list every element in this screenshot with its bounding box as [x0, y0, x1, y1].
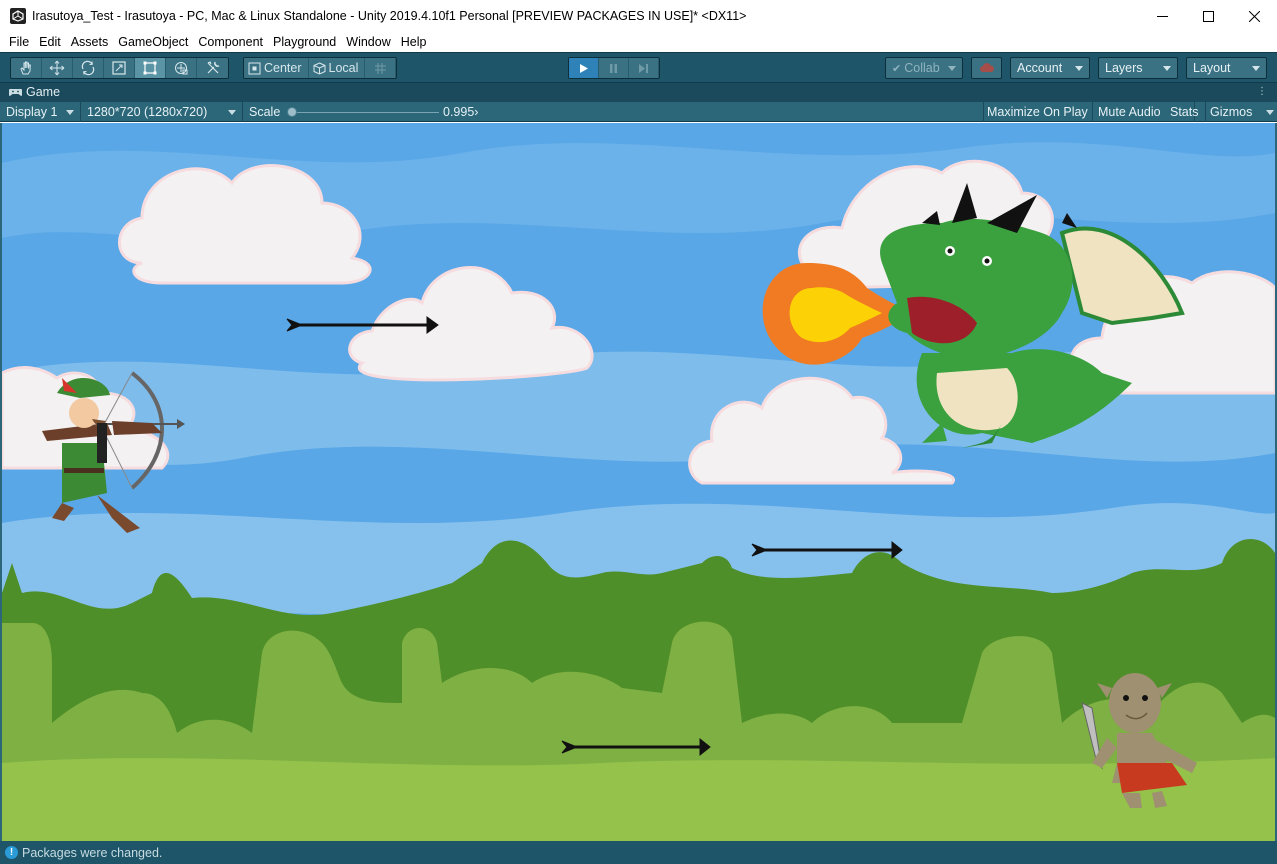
layout-dropdown[interactable]: Layout [1186, 57, 1267, 79]
step-button[interactable] [629, 58, 659, 78]
hand-icon [20, 61, 31, 75]
menu-bar: File Edit Assets GameObject Component Pl… [0, 32, 1277, 52]
menu-assets[interactable]: Assets [66, 35, 114, 49]
maximize-icon [1202, 10, 1214, 22]
transform-tool-button[interactable] [166, 58, 197, 78]
menu-window[interactable]: Window [341, 35, 395, 49]
ground [2, 758, 1275, 841]
menu-edit[interactable]: Edit [34, 35, 66, 49]
scale-tool-button[interactable] [104, 58, 135, 78]
menu-file[interactable]: File [4, 35, 34, 49]
chevron-down-icon [948, 66, 956, 71]
gizmos-dropdown[interactable]: Gizmos [1206, 102, 1277, 122]
status-bar: ! Packages were changed. [0, 841, 1277, 864]
rotate-icon [81, 60, 95, 76]
collab-label: Collab [904, 61, 940, 75]
unity-logo-icon [10, 8, 26, 24]
close-icon [1248, 10, 1260, 22]
custom-tool-button[interactable] [197, 58, 228, 78]
pivot-mode-button[interactable]: Center [244, 58, 309, 78]
minimize-button[interactable] [1139, 0, 1185, 32]
pivot-center-icon [248, 62, 261, 74]
chevron-down-icon [1075, 66, 1083, 71]
play-button[interactable] [569, 58, 599, 78]
pivot-space-label: Local [328, 61, 359, 75]
gamepad-icon [9, 88, 22, 96]
layers-label: Layers [1105, 61, 1143, 75]
game-view-toolbar: Display 1 1280*720 (1280x720) Scale 0.99… [0, 101, 1277, 122]
maximize-on-play-toggle[interactable]: Maximize On Play [983, 102, 1093, 122]
game-view[interactable] [2, 123, 1275, 841]
chevron-down-icon [1163, 66, 1171, 71]
account-dropdown[interactable]: Account [1010, 57, 1090, 79]
play-controls [568, 57, 660, 79]
tab-game-label: Game [26, 85, 61, 99]
rotate-tool-button[interactable] [73, 58, 104, 78]
check-icon: ✔ [892, 62, 902, 75]
menu-gameobject[interactable]: GameObject [113, 35, 193, 49]
display-label: Display 1 [6, 105, 58, 119]
stats-label: Stats [1170, 105, 1199, 119]
custom-tool-icon [207, 61, 219, 74]
transform-icon [175, 62, 188, 75]
pivot-mode-label: Center [264, 61, 302, 75]
menu-playground[interactable]: Playground [268, 35, 341, 49]
close-button[interactable] [1231, 0, 1277, 32]
resolution-label: 1280*720 (1280x720) [87, 105, 208, 119]
collab-dropdown[interactable]: ✔ Collab [885, 57, 963, 79]
snap-button[interactable] [365, 58, 397, 78]
hand-tool-button[interactable] [11, 58, 42, 78]
tab-game[interactable]: Game [0, 83, 68, 102]
title-bar: Irasutoya_Test - Irasutoya - PC, Mac & L… [0, 0, 1277, 32]
step-icon [639, 63, 648, 73]
game-tab-bar: Game ⋮ [0, 82, 1277, 101]
rect-tool-button[interactable] [135, 58, 166, 78]
layers-dropdown[interactable]: Layers [1098, 57, 1178, 79]
grid-snap-icon [374, 62, 386, 74]
game-scene [2, 123, 1275, 841]
scale-slider-track[interactable] [291, 112, 439, 113]
menu-component[interactable]: Component [193, 35, 268, 49]
local-space-icon [313, 61, 326, 75]
transform-tools [10, 57, 229, 79]
play-icon [580, 63, 588, 73]
gizmos-label: Gizmos [1210, 105, 1253, 119]
status-message[interactable]: Packages were changed. [22, 846, 162, 860]
pivot-space-button[interactable]: Local [308, 58, 366, 78]
chevron-down-icon [1252, 66, 1260, 71]
scale-slider-thumb[interactable] [287, 107, 297, 117]
move-tool-button[interactable] [42, 58, 73, 78]
pause-icon [610, 63, 617, 73]
chevron-down-icon [228, 110, 236, 115]
menu-help[interactable]: Help [396, 35, 432, 49]
scale-label: Scale [249, 105, 281, 119]
cloud-button[interactable] [971, 57, 1002, 79]
maximize-on-play-label: Maximize On Play [987, 105, 1088, 119]
info-icon: ! [5, 846, 18, 859]
main-toolbar: Center Local ✔ Collab Account Layers Lay… [0, 52, 1277, 82]
chevron-down-icon [1266, 110, 1274, 115]
layout-label: Layout [1193, 61, 1231, 75]
rect-icon [143, 61, 157, 75]
tab-menu-icon[interactable]: ⋮ [1257, 87, 1267, 97]
move-icon [49, 60, 65, 76]
scale-value-text: 0.995› [443, 105, 479, 119]
pause-button[interactable] [599, 58, 629, 78]
account-label: Account [1017, 61, 1063, 75]
maximize-button[interactable] [1185, 0, 1231, 32]
resolution-dropdown[interactable]: 1280*720 (1280x720) [81, 102, 243, 122]
window-title: Irasutoya_Test - Irasutoya - PC, Mac & L… [32, 9, 747, 23]
scale-icon [112, 61, 126, 75]
display-dropdown[interactable]: Display 1 [0, 102, 81, 122]
chevron-down-icon [66, 110, 74, 115]
minimize-icon [1156, 15, 1168, 17]
scale-value: 0.995› [443, 102, 503, 122]
cloud-icon [979, 63, 994, 72]
stats-toggle[interactable]: Stats [1166, 102, 1206, 122]
mute-audio-label: Mute Audio [1098, 105, 1161, 119]
pivot-controls: Center Local [243, 57, 398, 79]
